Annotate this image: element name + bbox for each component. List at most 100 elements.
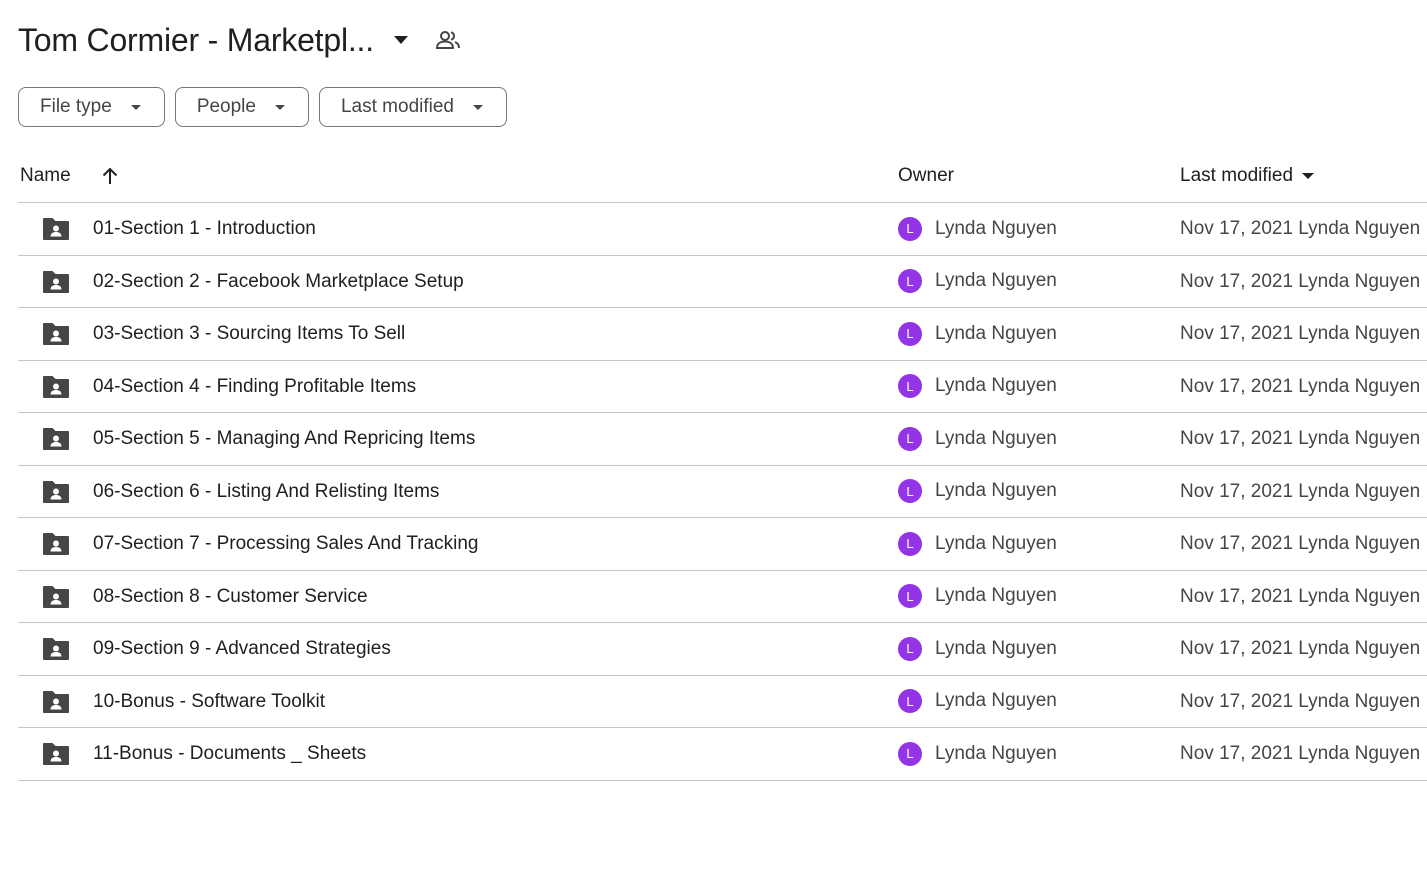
file-type-filter-label: File type: [40, 96, 112, 117]
shared-folder-icon: [43, 270, 69, 293]
table-row[interactable]: 11-Bonus - Documents _ Sheets L Lynda Ng…: [18, 728, 1427, 781]
drive-folder-view: Tom Cormier - Marketpl... File type Peop…: [0, 0, 1427, 882]
avatar: L: [898, 689, 922, 713]
file-name[interactable]: 07-Section 7 - Processing Sales And Trac…: [93, 518, 478, 569]
last-modified-value: Nov 17, 2021 Lynda Nguyen: [1180, 585, 1421, 607]
owner-name: Lynda Nguyen: [935, 375, 1057, 396]
avatar: L: [898, 321, 922, 346]
avatar: L: [898, 269, 922, 293]
table-row[interactable]: 02-Section 2 - Facebook Marketplace Setu…: [18, 256, 1427, 308]
file-name[interactable]: 11-Bonus - Documents _ Sheets: [93, 728, 366, 779]
owner-cell: L Lynda Nguyen: [898, 623, 1057, 674]
file-name[interactable]: 06-Section 6 - Listing And Relisting Ite…: [93, 466, 439, 517]
owner-cell: L Lynda Nguyen: [898, 413, 1057, 464]
shared-folder-icon: [43, 690, 69, 713]
table-row[interactable]: 04-Section 4 - Finding Profitable Items …: [18, 361, 1427, 413]
table-row[interactable]: 05-Section 5 - Managing And Repricing It…: [18, 413, 1427, 466]
avatar: L: [898, 636, 922, 661]
last-modified-value: Nov 17, 2021 Lynda Nguyen: [1180, 375, 1421, 397]
last-modified-value: Nov 17, 2021 Lynda Nguyen: [1180, 218, 1421, 239]
arrow-upward-icon[interactable]: [98, 164, 122, 188]
last-modified-value: Nov 17, 2021 Lynda Nguyen: [1180, 533, 1421, 554]
avatar: L: [898, 479, 922, 503]
owner-name: Lynda Nguyen: [935, 690, 1057, 711]
title-bar: Tom Cormier - Marketpl...: [18, 18, 462, 62]
column-header-name-label: Name: [20, 165, 71, 186]
column-header-last-modified-label: Last modified: [1180, 165, 1294, 186]
last-modified-value: Nov 17, 2021 Lynda Nguyen: [1180, 428, 1421, 449]
owner-name: Lynda Nguyen: [935, 427, 1057, 449]
shared-folder-icon: [43, 743, 69, 765]
shared-folder-icon: [43, 218, 69, 240]
table-row[interactable]: 03-Section 3 - Sourcing Items To Sell L …: [18, 308, 1427, 361]
filter-chips: File type People Last modified: [18, 87, 507, 127]
people-filter-label: People: [196, 96, 256, 117]
avatar: L: [898, 741, 922, 766]
column-header-owner-label: Owner: [898, 165, 954, 186]
last-modified-value: Nov 17, 2021 Lynda Nguyen: [1180, 323, 1421, 344]
owner-name: Lynda Nguyen: [935, 637, 1057, 659]
file-name[interactable]: 03-Section 3 - Sourcing Items To Sell: [93, 308, 405, 359]
owner-cell: L Lynda Nguyen: [898, 361, 1057, 412]
file-name[interactable]: 04-Section 4 - Finding Profitable Items: [93, 361, 416, 412]
file-name[interactable]: 02-Section 2 - Facebook Marketplace Setu…: [93, 256, 464, 307]
owner-cell: L Lynda Nguyen: [898, 466, 1057, 517]
owner-cell: L Lynda Nguyen: [898, 518, 1057, 569]
column-header-name[interactable]: Name: [20, 150, 71, 202]
owner-name: Lynda Nguyen: [935, 217, 1057, 239]
shared-folder-icon: [43, 323, 69, 345]
table-row[interactable]: 08-Section 8 - Customer Service L Lynda …: [18, 571, 1427, 623]
last-modified-value: Nov 17, 2021 Lynda Nguyen: [1180, 638, 1421, 659]
shared-folder-icon: [43, 428, 69, 450]
file-name[interactable]: 09-Section 9 - Advanced Strategies: [93, 623, 391, 674]
arrow-drop-down-icon: [472, 101, 484, 113]
arrow-drop-down-icon[interactable]: [386, 25, 416, 55]
avatar: L: [898, 216, 922, 241]
file-name[interactable]: 10-Bonus - Software Toolkit: [93, 676, 325, 727]
column-header-owner[interactable]: Owner: [898, 150, 954, 202]
last-modified-value: Nov 17, 2021 Lynda Nguyen: [1180, 480, 1421, 502]
last-modified-value: Nov 17, 2021 Lynda Nguyen: [1180, 743, 1421, 764]
file-type-filter[interactable]: File type: [18, 87, 165, 127]
arrow-drop-down-icon: [130, 101, 142, 113]
owner-cell: L Lynda Nguyen: [898, 256, 1057, 307]
table-row[interactable]: 01-Section 1 - Introduction L Lynda Nguy…: [18, 203, 1427, 256]
last-modified-filter-label: Last modified: [340, 96, 454, 117]
shared-folder-icon: [43, 375, 69, 398]
file-name[interactable]: 01-Section 1 - Introduction: [93, 203, 316, 254]
arrow-drop-down-icon: [274, 101, 286, 113]
file-name[interactable]: 05-Section 5 - Managing And Repricing It…: [93, 413, 475, 464]
avatar: L: [898, 531, 922, 556]
table-row[interactable]: 07-Section 7 - Processing Sales And Trac…: [18, 518, 1427, 571]
last-modified-filter[interactable]: Last modified: [318, 87, 507, 127]
shared-folder-icon: [43, 480, 69, 503]
owner-name: Lynda Nguyen: [935, 480, 1057, 501]
owner-name: Lynda Nguyen: [935, 532, 1057, 554]
people-icon[interactable]: [434, 26, 462, 54]
owner-name: Lynda Nguyen: [935, 322, 1057, 344]
file-list: 01-Section 1 - Introduction L Lynda Nguy…: [18, 203, 1427, 781]
shared-folder-icon: [43, 638, 69, 660]
owner-cell: L Lynda Nguyen: [898, 203, 1057, 254]
table-row[interactable]: 10-Bonus - Software Toolkit L Lynda Nguy…: [18, 676, 1427, 728]
last-modified-value: Nov 17, 2021 Lynda Nguyen: [1180, 690, 1421, 712]
shared-folder-icon: [43, 533, 69, 555]
avatar: L: [898, 584, 922, 608]
shared-folder-icon: [43, 585, 69, 608]
folder-title[interactable]: Tom Cormier - Marketpl...: [18, 22, 374, 59]
owner-cell: L Lynda Nguyen: [898, 728, 1057, 779]
table-row[interactable]: 09-Section 9 - Advanced Strategies L Lyn…: [18, 623, 1427, 676]
owner-name: Lynda Nguyen: [935, 742, 1057, 764]
table-row[interactable]: 06-Section 6 - Listing And Relisting Ite…: [18, 466, 1427, 518]
avatar: L: [898, 426, 922, 451]
file-name[interactable]: 08-Section 8 - Customer Service: [93, 571, 368, 622]
owner-name: Lynda Nguyen: [935, 270, 1057, 291]
people-filter[interactable]: People: [174, 87, 309, 127]
owner-cell: L Lynda Nguyen: [898, 571, 1057, 622]
owner-cell: L Lynda Nguyen: [898, 308, 1057, 359]
table-header: Name Owner Last modified: [18, 150, 1427, 203]
column-header-last-modified[interactable]: Last modified: [1180, 150, 1315, 202]
owner-cell: L Lynda Nguyen: [898, 676, 1057, 727]
owner-name: Lynda Nguyen: [935, 585, 1057, 606]
arrow-drop-down-icon[interactable]: [1301, 169, 1315, 183]
